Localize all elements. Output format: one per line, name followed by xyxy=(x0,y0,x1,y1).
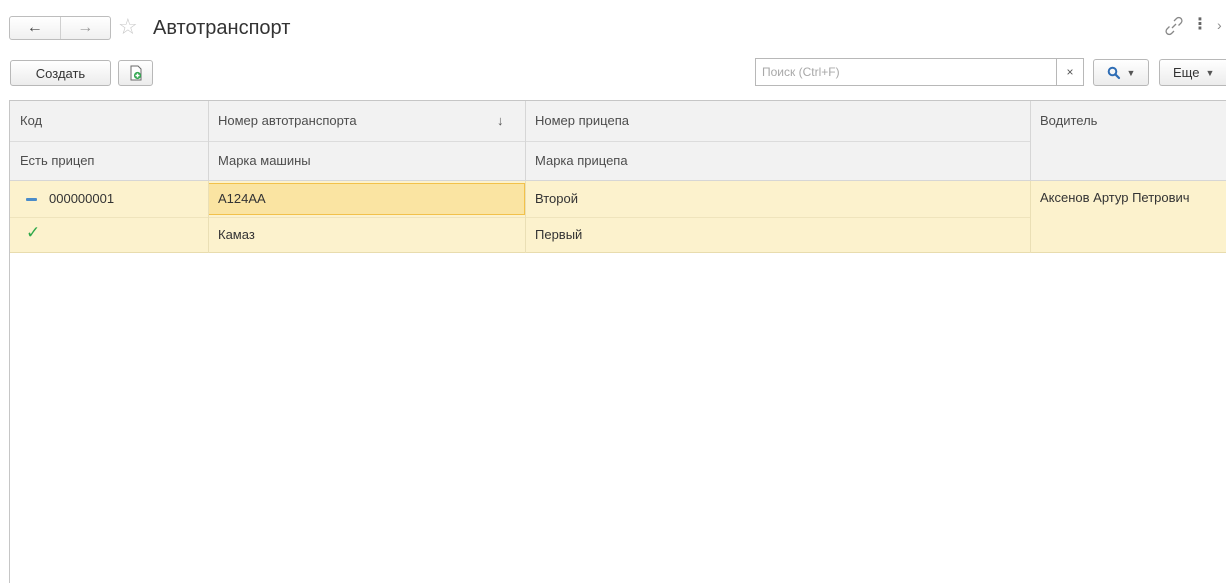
group-marker-icon xyxy=(26,197,37,201)
cell-code-value: 000000001 xyxy=(49,191,115,206)
column-divider xyxy=(208,181,209,253)
search-icon xyxy=(1107,66,1120,79)
cell-vehicle-number[interactable]: А124АА xyxy=(208,181,525,217)
chevron-down-icon: ▼ xyxy=(1126,67,1136,78)
document-add-icon xyxy=(130,65,141,81)
column-header-car-brand[interactable]: Марка машины xyxy=(208,141,525,181)
back-button[interactable]: ← xyxy=(10,17,61,39)
column-divider xyxy=(208,101,209,181)
star-icon[interactable]: ☆ xyxy=(118,13,138,41)
more-menu-label: Еще xyxy=(1173,65,1200,80)
forward-button[interactable]: → xyxy=(61,17,111,39)
column-divider xyxy=(525,101,526,181)
close-icon[interactable]: › xyxy=(1217,14,1222,36)
cell-code[interactable]: 000000001 xyxy=(10,181,208,217)
column-header-trailer-brand[interactable]: Марка прицепа xyxy=(525,141,1030,181)
create-button[interactable]: Создать xyxy=(10,60,111,86)
checkmark-icon: ✓ xyxy=(26,223,41,242)
column-header-trailer-number[interactable]: Номер прицепа xyxy=(525,101,1030,141)
column-divider xyxy=(1030,181,1031,253)
page-title: Автотранспорт xyxy=(153,17,291,39)
table-header: Код Номер автотранспорта ↓ Номер прицепа… xyxy=(10,101,1226,181)
cell-driver[interactable]: Аксенов Артур Петрович xyxy=(1030,189,1190,229)
link-icon[interactable] xyxy=(1163,15,1185,37)
table-row[interactable]: 000000001 А124АА Второй ✓ Камаз Первый А… xyxy=(10,181,1226,253)
cell-has-trailer[interactable]: ✓ xyxy=(10,215,208,251)
search-input[interactable] xyxy=(755,58,1056,86)
column-header-code[interactable]: Код xyxy=(10,101,208,141)
header-divider xyxy=(10,141,1030,142)
column-divider xyxy=(1030,101,1031,181)
create-button-label: Создать xyxy=(35,65,86,81)
sort-descending-icon: ↓ xyxy=(497,113,504,128)
cell-trailer-number[interactable]: Второй xyxy=(525,181,1030,217)
cell-car-brand[interactable]: Камаз xyxy=(208,217,525,253)
column-divider xyxy=(525,181,526,253)
search-button[interactable]: ▼ xyxy=(1093,59,1149,86)
more-menu-button[interactable]: Еще ▼ xyxy=(1159,59,1226,86)
row-divider xyxy=(10,217,1030,218)
title-bar: ← → ☆ Автотранспорт ⋮ › xyxy=(0,0,1226,52)
column-header-has-trailer[interactable]: Есть прицеп xyxy=(10,141,208,181)
clear-icon: × xyxy=(1066,65,1074,79)
vehicles-table[interactable]: Код Номер автотранспорта ↓ Номер прицепа… xyxy=(9,100,1226,583)
chevron-down-icon: ▼ xyxy=(1205,67,1215,78)
column-header-driver[interactable]: Водитель xyxy=(1030,101,1226,141)
search-clear-button[interactable]: × xyxy=(1056,58,1084,86)
navigation-buttons: ← → xyxy=(9,16,111,40)
cell-trailer-brand[interactable]: Первый xyxy=(525,217,1030,253)
column-header-vehicle-number[interactable]: Номер автотранспорта xyxy=(208,101,525,141)
arrow-right-icon: → xyxy=(77,19,94,36)
more-vert-icon[interactable]: ⋮ xyxy=(1192,14,1208,36)
arrow-left-icon: ← xyxy=(26,19,43,36)
copy-button[interactable] xyxy=(118,60,153,86)
